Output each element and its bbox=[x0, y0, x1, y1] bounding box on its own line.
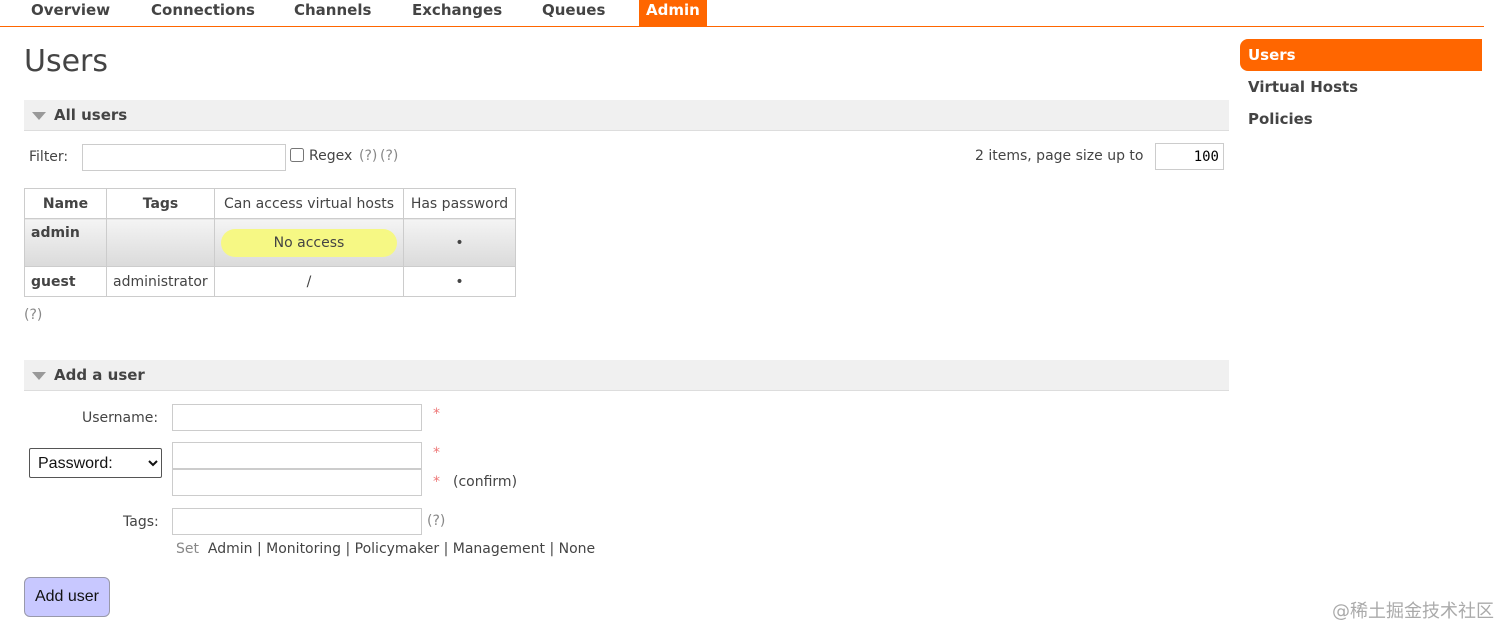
required-mark: * bbox=[433, 445, 440, 461]
table-row: guest administrator / • bbox=[24, 266, 516, 297]
column-header-tags[interactable]: Tags bbox=[106, 188, 215, 219]
filter-label: Filter: bbox=[29, 149, 69, 165]
sidebar-item-policies[interactable]: Policies bbox=[1240, 103, 1482, 135]
table-row: admin No access • bbox=[24, 218, 516, 267]
has-password-dot: • bbox=[403, 266, 516, 297]
filter-input[interactable] bbox=[82, 144, 286, 171]
page-title: Users bbox=[24, 44, 109, 79]
items-count-text: 2 items, page size up to bbox=[975, 148, 1144, 164]
required-mark: * bbox=[433, 474, 440, 490]
username-input[interactable] bbox=[172, 404, 422, 431]
password-input[interactable] bbox=[172, 442, 422, 469]
no-access-badge: No access bbox=[221, 228, 397, 257]
tags-help-link[interactable]: (?) bbox=[427, 513, 445, 529]
user-name-link[interactable]: guest bbox=[24, 266, 107, 297]
tag-separator: | bbox=[345, 541, 351, 557]
tag-option-monitoring[interactable]: Monitoring bbox=[266, 541, 341, 557]
password-type-select[interactable]: Password: bbox=[29, 448, 162, 478]
tag-option-admin[interactable]: Admin bbox=[208, 541, 253, 557]
all-users-header[interactable]: All users bbox=[24, 100, 1229, 131]
tag-separator: | bbox=[443, 541, 449, 557]
tag-separator: | bbox=[549, 541, 555, 557]
has-password-dot: • bbox=[403, 218, 516, 267]
users-table: Name Tags Can access virtual hosts Has p… bbox=[24, 188, 516, 297]
user-tags bbox=[106, 218, 215, 267]
tag-option-management[interactable]: Management bbox=[453, 541, 545, 557]
collapse-triangle-icon bbox=[32, 112, 46, 120]
confirm-label: (confirm) bbox=[453, 474, 518, 490]
regex-checkbox[interactable] bbox=[290, 148, 304, 162]
column-header-has-password: Has password bbox=[403, 188, 516, 219]
watermark: @稀土掘金技术社区 bbox=[1332, 601, 1494, 622]
tag-separator: | bbox=[256, 541, 262, 557]
add-user-title: Add a user bbox=[54, 366, 145, 384]
user-tags: administrator bbox=[106, 266, 215, 297]
tags-label: Tags: bbox=[123, 514, 159, 530]
filter-help-link[interactable]: (?) bbox=[380, 148, 398, 164]
add-user-header[interactable]: Add a user bbox=[24, 360, 1229, 391]
table-help-link[interactable]: (?) bbox=[24, 307, 42, 323]
password-confirm-input[interactable] bbox=[172, 469, 422, 496]
collapse-triangle-icon bbox=[32, 372, 46, 380]
nav-connections[interactable]: Connections bbox=[151, 0, 255, 26]
required-mark: * bbox=[433, 406, 440, 422]
tag-option-none[interactable]: None bbox=[559, 541, 596, 557]
user-vhosts: No access bbox=[214, 218, 404, 267]
user-vhosts: / bbox=[214, 266, 404, 297]
nav-overview[interactable]: Overview bbox=[31, 0, 110, 26]
add-user-button[interactable]: Add user bbox=[24, 577, 110, 617]
tag-option-policymaker[interactable]: Policymaker bbox=[355, 541, 439, 557]
regex-help-link[interactable]: (?) bbox=[359, 148, 377, 164]
nav-exchanges[interactable]: Exchanges bbox=[412, 0, 502, 26]
nav-queues[interactable]: Queues bbox=[542, 0, 605, 26]
user-name-link[interactable]: admin bbox=[24, 218, 107, 267]
column-header-name[interactable]: Name bbox=[24, 188, 107, 219]
nav-channels[interactable]: Channels bbox=[294, 0, 371, 26]
set-label: Set bbox=[176, 541, 199, 557]
column-header-vhosts: Can access virtual hosts bbox=[214, 188, 404, 219]
all-users-title: All users bbox=[54, 106, 128, 124]
sidebar-item-virtual-hosts[interactable]: Virtual Hosts bbox=[1240, 71, 1482, 103]
username-label: Username: bbox=[82, 410, 159, 426]
page-size-input[interactable] bbox=[1155, 143, 1224, 170]
nav-admin[interactable]: Admin bbox=[639, 0, 707, 26]
sidebar-item-users[interactable]: Users bbox=[1240, 39, 1482, 71]
regex-label: Regex bbox=[309, 148, 353, 164]
tag-shortcuts: Set Admin | Monitoring | Policymaker | M… bbox=[176, 541, 595, 557]
tags-input[interactable] bbox=[172, 508, 422, 535]
top-nav: Overview Connections Channels Exchanges … bbox=[0, 0, 1484, 27]
